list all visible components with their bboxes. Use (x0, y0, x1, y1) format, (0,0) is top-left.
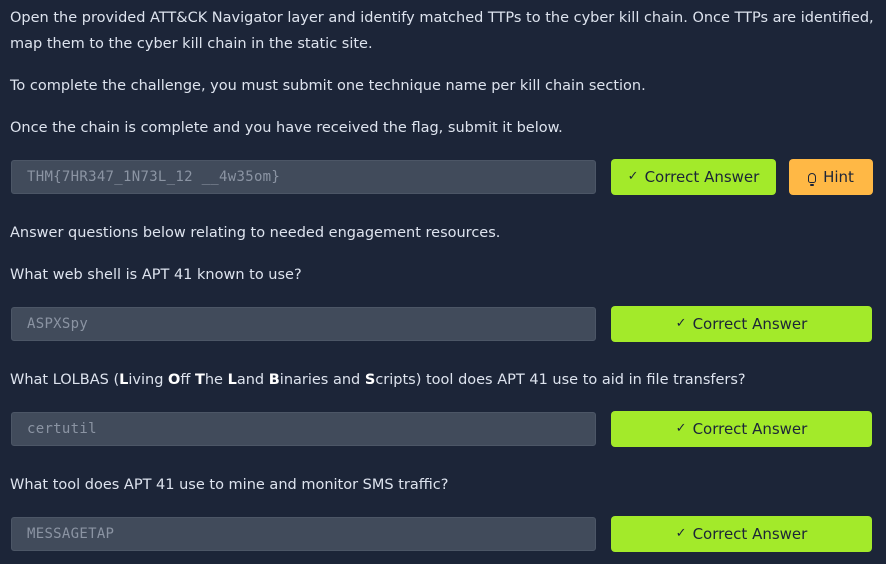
intro-paragraph-2: To complete the challenge, you must subm… (10, 78, 646, 94)
question-1-answer-field[interactable]: ASPXSpy (11, 307, 596, 341)
flag-answer-field[interactable]: THM{7HR347_1N73L_12 __4w35om} (11, 160, 596, 194)
question-3-correct-answer-label: Correct Answer (692, 525, 808, 543)
question-2-correct-answer-label: Correct Answer (692, 420, 808, 438)
question-3-answer-field[interactable]: MESSAGETAP (11, 517, 596, 551)
question-2-text: What LOLBAS (Living Off The Land Binarie… (10, 372, 746, 388)
question-1-correct-answer-button[interactable]: ✓ Correct Answer (611, 306, 872, 342)
check-icon: ✓ (675, 421, 687, 436)
question-2-correct-answer-button[interactable]: ✓ Correct Answer (611, 411, 872, 447)
check-icon: ✓ (675, 316, 687, 331)
resources-intro: Answer questions below relating to neede… (10, 225, 501, 241)
hint-label: Hint (823, 168, 854, 186)
question-1-text: What web shell is APT 41 known to use? (10, 267, 302, 283)
question-2-answer-field[interactable]: certutil (11, 412, 596, 446)
check-icon: ✓ (675, 526, 687, 541)
hint-button[interactable]: Hint (789, 159, 873, 195)
intro-paragraph-1: Open the provided ATT&CK Navigator layer… (10, 10, 874, 52)
question-3-text: What tool does APT 41 use to mine and mo… (10, 477, 449, 493)
intro-paragraph-3: Once the chain is complete and you have … (10, 120, 563, 136)
question-3-correct-answer-button[interactable]: ✓ Correct Answer (611, 516, 872, 552)
flag-correct-answer-label: Correct Answer (644, 168, 760, 186)
flag-correct-answer-button[interactable]: ✓ Correct Answer (611, 159, 776, 195)
question-1-correct-answer-label: Correct Answer (692, 315, 808, 333)
check-icon: ✓ (627, 169, 639, 184)
lightbulb-icon (808, 173, 817, 186)
